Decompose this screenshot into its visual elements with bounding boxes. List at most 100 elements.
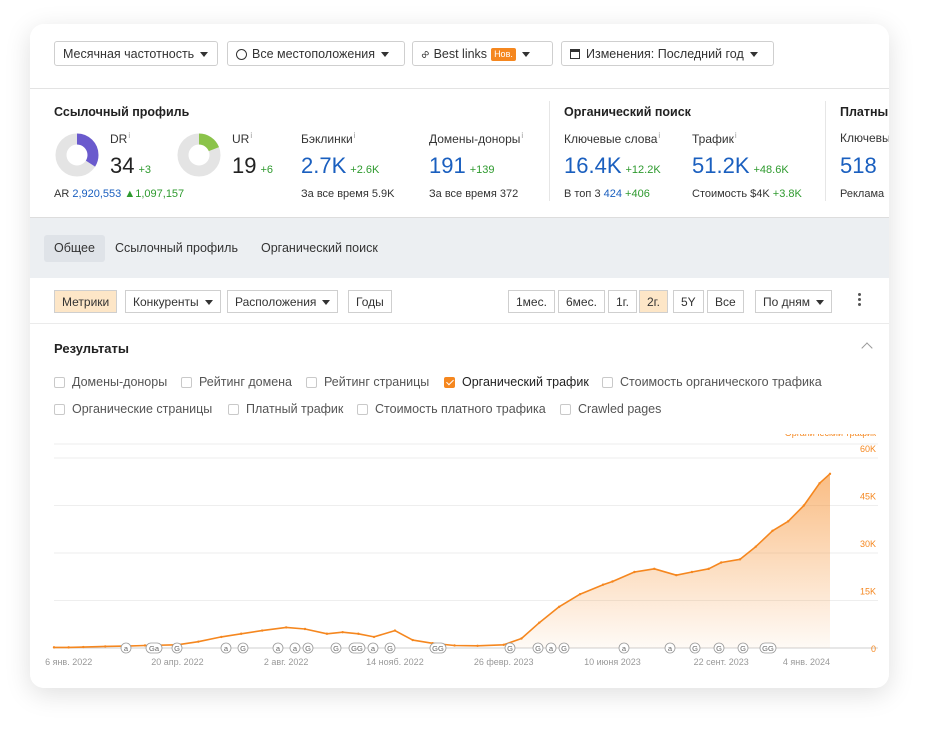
range-5y-button[interactable]: 5Y [673,290,704,313]
group-by-dropdown[interactable]: По дням [755,290,833,313]
data-point[interactable] [818,482,821,485]
data-point[interactable] [52,646,56,649]
data-point[interactable] [476,644,479,647]
data-point[interactable] [653,567,656,571]
tab-link-profile[interactable]: Ссылочный профиль [105,235,248,262]
data-point[interactable] [197,640,200,643]
paid-title: Платны [840,105,889,119]
more-options-icon[interactable] [858,293,861,308]
top3-value[interactable]: 424 [604,188,622,200]
years-toggle[interactable]: Годы [348,290,392,313]
event-marker-label: G [174,644,180,653]
data-point[interactable] [601,583,605,586]
range-1m-button[interactable]: 1мес. [508,290,555,313]
legend-organic-traffic[interactable]: Органический трафик [785,434,876,438]
data-point[interactable] [143,644,147,647]
tab-overview[interactable]: Общее [44,235,105,262]
data-point[interactable] [538,621,541,624]
ar-value[interactable]: 2,920,553 [72,188,121,200]
ur-value-group: 19 +6 [232,153,273,179]
range-all-button[interactable]: Все [707,290,744,313]
checkbox-referring-domains[interactable]: Домены-доноры [54,375,167,389]
data-point[interactable] [675,573,678,577]
data-point[interactable] [720,561,723,564]
range-2y-button[interactable]: 2г. [639,290,668,313]
data-point[interactable] [754,545,757,548]
data-point[interactable] [786,520,790,523]
data-point[interactable] [303,627,307,631]
y-tick-label: 60K [860,444,876,454]
data-point[interactable] [771,529,774,533]
dashboard-card: Месячная частотность Все местоположения … [30,24,889,688]
event-marker-label: G [716,644,722,653]
data-point[interactable] [502,643,505,647]
checkbox-paid-traffic[interactable]: Платный трафик [228,402,343,416]
data-point[interactable] [82,645,85,649]
paid-keywords-value[interactable]: 518 [840,153,877,179]
checkbox-domain-rating[interactable]: Рейтинг домена [181,375,292,389]
domains-value-group[interactable]: 191 +139 [429,153,495,179]
data-point[interactable] [707,567,710,571]
event-marker-label: G [535,644,541,653]
checkbox-organic-traffic-cost[interactable]: Стоимость органического трафика [602,375,822,389]
data-point[interactable] [578,592,582,596]
data-point[interactable] [411,638,414,642]
backlinks-value-group[interactable]: 2.7K +2.6K [301,153,379,179]
collapse-chevron-icon[interactable] [861,342,873,354]
frequency-dropdown[interactable]: Месячная частотность [54,41,218,66]
data-point[interactable] [611,580,614,583]
data-point[interactable] [341,630,344,634]
competitors-dropdown[interactable]: Конкуренты [125,290,221,313]
locations-dropdown[interactable]: Все местоположения [227,41,405,66]
event-marker-label: G [387,644,393,653]
y-tick-label: 30K [860,539,876,549]
data-point[interactable] [284,626,288,629]
data-point[interactable] [690,570,694,574]
data-point[interactable] [393,629,397,632]
data-point[interactable] [557,605,561,609]
range-6m-button[interactable]: 6мес. [558,290,605,313]
changes-dropdown[interactable]: Изменения: Последний год [561,41,774,66]
traffic-value-group[interactable]: 51.2K +48.6K [692,153,789,179]
keywords-label: Ключевые словаi [564,131,661,146]
backlinks-value: 2.7K [301,153,347,178]
data-point[interactable] [372,635,376,639]
paid-keywords-label: Ключевы [840,131,889,145]
data-point[interactable] [453,644,456,647]
data-point[interactable] [357,632,360,635]
data-point[interactable] [738,558,742,561]
organic-title: Органический поиск [564,105,691,119]
new-badge: Нов. [491,48,516,61]
metrics-toggle[interactable]: Метрики [54,290,118,313]
data-point[interactable] [325,632,329,635]
data-point[interactable] [260,629,264,632]
data-point[interactable] [67,646,70,649]
tab-organic-search[interactable]: Органический поиск [251,235,388,262]
checkbox-icon [357,404,368,415]
event-marker-label: G [333,644,339,653]
checkbox-url-rating[interactable]: Рейтинг страницы [306,375,429,389]
keywords-value: 16.4K [564,153,622,178]
data-point[interactable] [240,632,243,635]
best-links-dropdown[interactable]: ∞Best links Нов. [412,41,553,66]
range-1y-button[interactable]: 1г. [608,290,637,313]
data-point[interactable] [633,570,636,574]
data-point[interactable] [802,504,806,507]
changes-label: Изменения: Последний год [586,47,744,61]
ur-label: URi [232,131,253,146]
x-tick-label: 6 янв. 2022 [45,657,92,667]
keywords-value-group[interactable]: 16.4K +12.2K [564,153,661,179]
checkbox-crawled-pages[interactable]: Crawled pages [560,402,661,416]
locations-toggle[interactable]: Расположения [227,290,339,313]
traffic-label: Трафикi [692,131,737,146]
checkbox-paid-traffic-cost[interactable]: Стоимость платного трафика [357,402,546,416]
traffic-delta: +48.6K [753,164,789,176]
data-point[interactable] [828,472,832,476]
data-point[interactable] [520,637,523,640]
data-point[interactable] [104,645,107,648]
checkbox-organic-traffic[interactable]: Органический трафик [444,375,589,389]
data-point[interactable] [220,635,223,639]
checkbox-organic-pages[interactable]: Органические страницы [54,402,212,416]
caret-down-icon [381,52,390,58]
chart-toolbar: Метрики Конкуренты Расположения Годы 1ме… [30,278,889,324]
